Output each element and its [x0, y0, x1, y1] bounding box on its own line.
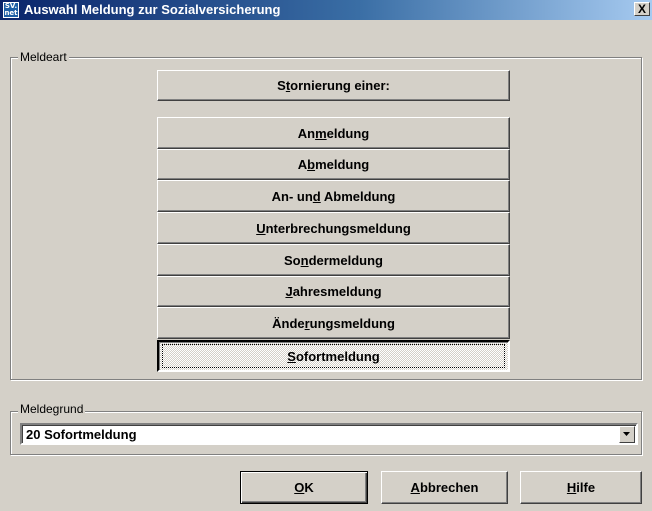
- window-title: Auswahl Meldung zur Sozialversicherung: [24, 2, 281, 17]
- an-und-abmeldung-label: An- und Abmeldung: [271, 188, 396, 204]
- abmeldung-label: Abmeldung: [297, 157, 370, 172]
- hilfe-button[interactable]: Hilfe: [520, 471, 642, 504]
- title-bar[interactable]: SV. net Auswahl Meldung zur Sozialversic…: [0, 0, 652, 20]
- dropdown-arrow-button[interactable]: [619, 426, 635, 443]
- icon-line-2: net: [4, 9, 18, 17]
- ok-label: OK: [294, 480, 314, 495]
- meldegrund-dropdown[interactable]: 20 Sofortmeldung: [20, 423, 638, 445]
- jahresmeldung-label: Jahresmeldung: [285, 284, 382, 299]
- close-button[interactable]: X: [634, 2, 650, 16]
- aenderungsmeldung-label: Änderungsmeldung: [272, 315, 395, 331]
- meldeart-label: Meldeart: [18, 50, 69, 64]
- an-und-abmeldung-button[interactable]: An- und Abmeldung: [157, 180, 510, 212]
- ok-button[interactable]: OK: [240, 471, 368, 504]
- abmeldung-button[interactable]: Abmeldung: [157, 149, 510, 180]
- sondermeldung-label: Sondermeldung: [284, 252, 383, 268]
- jahresmeldung-button[interactable]: Jahresmeldung: [157, 276, 510, 307]
- hilfe-label: Hilfe: [566, 480, 596, 495]
- aenderungsmeldung-button[interactable]: Änderungsmeldung: [157, 307, 510, 339]
- sondermeldung-button[interactable]: Sondermeldung: [157, 244, 510, 276]
- unterbrechungsmeldung-button[interactable]: Unterbrechungsmeldung: [157, 212, 510, 244]
- close-icon: X: [637, 2, 646, 16]
- sofortmeldung-label: Sofortmeldung: [287, 348, 380, 364]
- chevron-down-icon: [623, 432, 630, 436]
- unterbrechungsmeldung-label: Unterbrechungsmeldung: [256, 220, 411, 236]
- stornierung-button[interactable]: Stornierung einer:: [157, 70, 510, 101]
- meldegrund-label: Meldegrund: [18, 402, 86, 416]
- abbrechen-label: Abbrechen: [410, 480, 479, 495]
- stornierung-label: Stornierung einer:: [277, 78, 390, 93]
- abbrechen-button[interactable]: Abbrechen: [381, 471, 508, 504]
- anmeldung-button[interactable]: Anmeldung: [157, 117, 510, 149]
- svnet-icon: SV. net: [3, 2, 19, 18]
- sofortmeldung-button[interactable]: Sofortmeldung: [157, 340, 510, 372]
- meldegrund-selected-value: 20 Sofortmeldung: [26, 427, 137, 442]
- anmeldung-label: Anmeldung: [297, 125, 370, 141]
